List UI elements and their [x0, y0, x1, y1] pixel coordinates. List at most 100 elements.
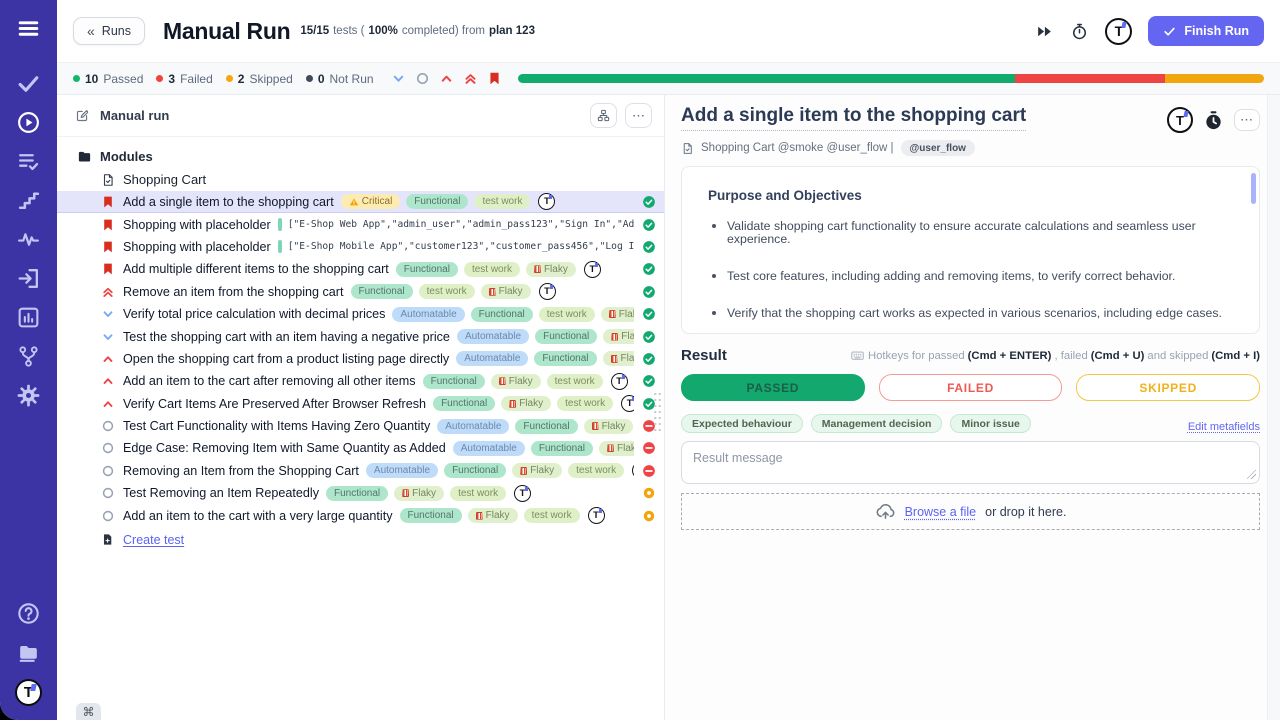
edit-run-icon[interactable]	[75, 108, 90, 123]
tag-test-work[interactable]: test work	[524, 508, 580, 523]
textarea-resize-handle[interactable]	[1247, 470, 1256, 479]
test-row[interactable]: Edge Case: Removing Item with Same Quant…	[57, 437, 664, 459]
sidebar-menu-icon[interactable]	[16, 16, 41, 41]
tag-functional[interactable]: Functional	[534, 351, 596, 366]
assignee-avatar[interactable]: T	[611, 373, 628, 390]
tag-functional[interactable]: Functional	[535, 329, 597, 344]
assignee-avatar[interactable]: T	[632, 462, 634, 479]
sidebar-folders-icon[interactable]	[16, 640, 41, 665]
result-passed-button[interactable]: PASSED	[681, 374, 865, 401]
sidebar-branch-icon[interactable]	[16, 344, 41, 369]
test-title[interactable]: Add a single item to the shopping cart	[681, 105, 1026, 131]
sidebar-pulse-icon[interactable]	[16, 227, 41, 252]
tag-badge[interactable]: @user_flow	[901, 140, 975, 156]
test-row[interactable]: Verify Cart Items Are Preserved After Br…	[57, 393, 664, 415]
tag-functional[interactable]: Functional	[351, 284, 413, 299]
tag-automatable[interactable]: Automatable	[457, 329, 529, 344]
tag-flaky[interactable]: Flaky	[584, 419, 634, 434]
sidebar-check-icon[interactable]	[16, 71, 41, 96]
modules-node[interactable]: Modules	[57, 145, 664, 168]
tag-flaky[interactable]: Flaky	[603, 351, 634, 366]
assignee-avatar[interactable]: T	[584, 261, 601, 278]
card-scrollbar-thumb[interactable]	[1251, 173, 1256, 204]
tag-flaky[interactable]: Flaky	[599, 441, 634, 456]
tag-test-work[interactable]: test work	[547, 374, 603, 389]
priority-highest-icon[interactable]	[463, 71, 478, 86]
tag-automatable[interactable]: Automatable	[453, 441, 525, 456]
sidebar-gear-icon[interactable]	[16, 383, 41, 408]
tag-functional[interactable]: Functional	[423, 374, 485, 389]
command-key-badge[interactable]: ⌘	[76, 703, 101, 720]
tree-more-button[interactable]: ⋯	[625, 103, 652, 128]
file-dropzone[interactable]: Browse a file or drop it here.	[681, 493, 1260, 530]
tag-test-work[interactable]: test work	[419, 284, 475, 299]
tag-flaky[interactable]: Flaky	[481, 284, 531, 299]
count-failed[interactable]: 3Failed	[156, 72, 212, 86]
test-timer-icon[interactable]	[1203, 110, 1224, 131]
assignee-avatar[interactable]: T	[588, 507, 605, 524]
panel-resize-handle[interactable]	[653, 391, 662, 431]
test-row[interactable]: Add multiple different items to the shop…	[57, 258, 664, 280]
tag-test-work[interactable]: test work	[568, 463, 624, 478]
browse-file-link[interactable]: Browse a file	[905, 505, 977, 519]
result-skipped-button[interactable]: SKIPPED	[1076, 374, 1260, 401]
finish-run-button[interactable]: Finish Run	[1148, 16, 1264, 46]
sidebar-steps-icon[interactable]	[16, 188, 41, 213]
tag-test-work[interactable]: test work	[464, 262, 520, 277]
app-logo-icon[interactable]: T	[15, 679, 42, 706]
assignee-avatar[interactable]: T	[539, 283, 556, 300]
test-row[interactable]: Shopping with placeholder ["E-Shop Web A…	[57, 213, 664, 235]
tag-flaky[interactable]: Flaky	[512, 463, 562, 478]
assignee-avatar[interactable]: T	[538, 193, 555, 210]
tag-functional[interactable]: Functional	[444, 463, 506, 478]
detail-scrollbar-gutter[interactable]	[1267, 95, 1280, 720]
test-more-button[interactable]: ⋯	[1234, 109, 1260, 131]
metafield-minor-issue[interactable]: Minor issue	[950, 414, 1030, 433]
test-row[interactable]: Test Removing an Item RepeatedlyFunction…	[57, 482, 664, 504]
timer-icon[interactable]	[1070, 22, 1089, 41]
count-not-run[interactable]: 0Not Run	[306, 72, 374, 86]
tag-flaky[interactable]: Flaky	[394, 486, 444, 501]
sidebar-play-circle-icon[interactable]	[16, 110, 41, 135]
tree-view-button[interactable]	[590, 103, 617, 128]
tag-functional[interactable]: Functional	[400, 508, 462, 523]
count-skipped[interactable]: 2Skipped	[226, 72, 293, 86]
result-message-input[interactable]	[681, 441, 1260, 484]
tag-flaky[interactable]: Flaky	[501, 396, 551, 411]
priority-high-icon[interactable]	[439, 71, 454, 86]
tag-flaky[interactable]: Flaky	[601, 307, 634, 322]
sidebar-import-icon[interactable]	[16, 266, 41, 291]
tag-flaky[interactable]: Flaky	[468, 508, 518, 523]
metafield-expected-behaviour[interactable]: Expected behaviour	[681, 414, 803, 433]
back-to-runs-button[interactable]: « Runs	[73, 17, 145, 45]
sidebar-help-icon[interactable]	[16, 601, 41, 626]
priority-normal-icon[interactable]	[391, 71, 406, 86]
tag-test-work[interactable]: test work	[539, 307, 595, 322]
tag-automatable[interactable]: Automatable	[392, 307, 464, 322]
assignee-avatar[interactable]: T	[1167, 107, 1193, 133]
tag-test-work[interactable]: test work	[474, 194, 530, 209]
tag-flaky[interactable]: Flaky	[526, 262, 576, 277]
metafield-management-decision[interactable]: Management decision	[811, 414, 943, 433]
tag-flaky[interactable]: Flaky	[603, 329, 634, 344]
test-row[interactable]: Shopping with placeholder ["E-Shop Mobil…	[57, 236, 664, 258]
priority-critical-icon[interactable]	[487, 71, 502, 86]
tag-automatable[interactable]: Automatable	[437, 419, 509, 434]
assignee-avatar[interactable]: T	[514, 485, 531, 502]
user-avatar[interactable]: T	[1105, 18, 1132, 45]
test-row[interactable]: Removing an Item from the Shopping CartA…	[57, 460, 664, 482]
suite-node-shopping-cart[interactable]: Shopping Cart	[57, 168, 664, 191]
test-row[interactable]: Verify total price calculation with deci…	[57, 303, 664, 325]
tag-functional[interactable]: Functional	[531, 441, 593, 456]
tag-functional[interactable]: Functional	[396, 262, 458, 277]
test-row[interactable]: Test the shopping cart with an item havi…	[57, 325, 664, 347]
tag-flaky[interactable]: Flaky	[491, 374, 541, 389]
tag-functional[interactable]: Functional	[515, 419, 577, 434]
tag-functional[interactable]: Functional	[471, 307, 533, 322]
sidebar-list-check-icon[interactable]	[16, 149, 41, 174]
assignee-avatar[interactable]: T	[621, 395, 634, 412]
test-row[interactable]: Remove an item from the shopping cartFun…	[57, 281, 664, 303]
edit-metafields-link[interactable]: Edit metafields	[1188, 421, 1260, 433]
tag-functional[interactable]: Functional	[326, 486, 388, 501]
tag-test-work[interactable]: test work	[450, 486, 506, 501]
